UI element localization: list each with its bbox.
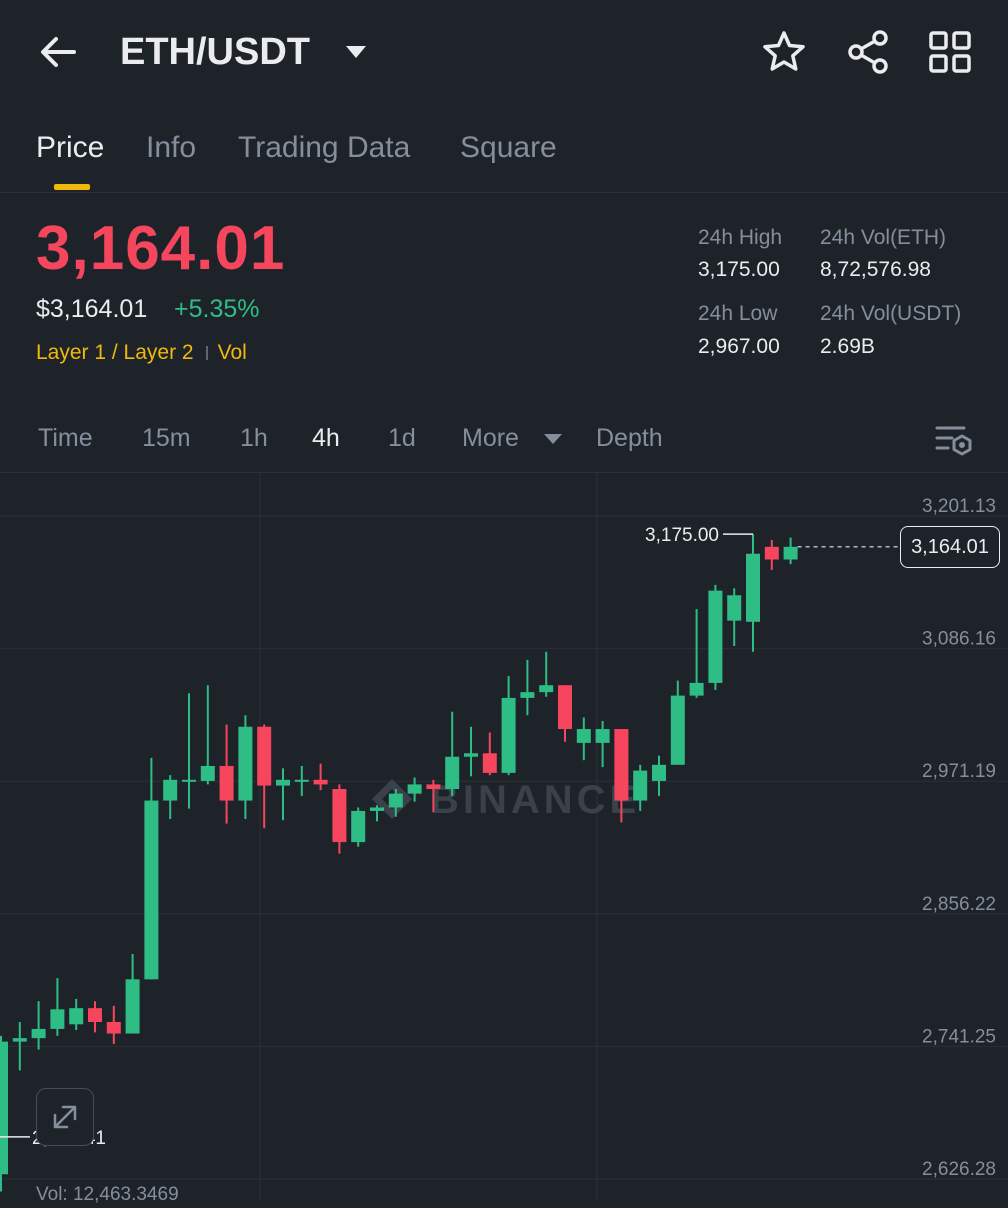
candle-body xyxy=(182,779,196,782)
candle-body xyxy=(144,800,159,980)
candle-body xyxy=(783,546,798,560)
volume-readout: Vol: 12,463.3469 xyxy=(36,1184,179,1205)
candle-body xyxy=(764,546,779,560)
candle-body xyxy=(520,692,535,698)
candle-body xyxy=(88,1008,102,1023)
interval-more[interactable]: More xyxy=(462,420,519,456)
stat-24h-vol-base-value: 8,72,576.98 xyxy=(820,258,931,281)
candle-body xyxy=(595,729,610,743)
candle-body xyxy=(407,784,422,794)
candle-body xyxy=(670,695,685,765)
pair-title[interactable]: ETH/USDT xyxy=(120,28,310,76)
main-tabs: Price Info Trading Data Square xyxy=(0,120,1008,193)
candle-body xyxy=(464,753,478,757)
price-change-percent: +5.35% xyxy=(174,295,260,323)
last-price: 3,164.01 xyxy=(36,214,286,283)
interval-1d[interactable]: 1d xyxy=(388,420,416,456)
category-tag[interactable]: Layer 1 / Layer 2 xyxy=(36,341,194,364)
candle-body xyxy=(257,726,272,786)
candle-body xyxy=(482,753,497,773)
y-tick-label: 2,971.19 xyxy=(922,761,996,782)
interval-4h[interactable]: 4h xyxy=(312,420,340,456)
share-icon[interactable] xyxy=(844,28,892,76)
candle-body xyxy=(689,682,704,696)
candle-body xyxy=(652,764,666,781)
candle-body xyxy=(200,765,215,781)
chart-settings-icon[interactable] xyxy=(934,420,974,460)
y-tick-label: 3,086.16 xyxy=(922,629,996,650)
candle-body xyxy=(501,697,516,773)
high-marker-label: 3,175.00 xyxy=(645,525,719,546)
candle-body xyxy=(332,789,347,843)
candle-body xyxy=(708,590,723,683)
candle-body xyxy=(31,1028,46,1039)
candle-body xyxy=(388,793,403,808)
vol-tag[interactable]: Vol xyxy=(218,341,247,364)
interval-15m[interactable]: 15m xyxy=(142,420,191,456)
stat-24h-high-label: 24h High xyxy=(698,226,783,249)
candle-body xyxy=(12,1038,27,1042)
candle-body xyxy=(125,979,140,1034)
stat-24h-vol-quote-label: 24h Vol(USDT) xyxy=(820,302,962,325)
candle-body xyxy=(576,729,591,743)
candle-body xyxy=(351,810,366,843)
tag-row: Layer 1 / Layer 2 Vol xyxy=(36,338,247,368)
interval-depth[interactable]: Depth xyxy=(596,420,663,456)
y-tick-label: 2,741.25 xyxy=(922,1026,996,1047)
top-bar: ETH/USDT xyxy=(0,0,1008,104)
candle-body xyxy=(238,726,253,801)
y-tick-label: 3,201.13 xyxy=(922,496,996,517)
candle-body xyxy=(426,784,441,790)
tab-trading-data[interactable]: Trading Data xyxy=(238,128,410,168)
candle-body xyxy=(50,1009,65,1029)
caret-down-icon[interactable] xyxy=(542,432,564,446)
current-price-label: 3,164.01 xyxy=(900,525,1000,568)
arrow-left-icon[interactable] xyxy=(34,28,82,76)
stat-24h-vol-quote-value: 2.69B xyxy=(820,335,875,358)
y-tick-label: 2,856.22 xyxy=(922,894,996,915)
candle-body xyxy=(746,553,760,622)
caret-down-icon[interactable] xyxy=(344,40,368,64)
interval-time[interactable]: Time xyxy=(38,420,93,456)
tab-info[interactable]: Info xyxy=(146,128,196,168)
candle-body xyxy=(539,685,554,693)
watermark-text: BINANCE xyxy=(430,778,640,822)
candle-body xyxy=(0,1041,8,1175)
candle-body xyxy=(727,595,742,621)
interval-bar: Time 15m 1h 4h 1d More Depth xyxy=(0,410,1008,470)
candle-body xyxy=(313,779,328,785)
fullscreen-icon[interactable] xyxy=(36,1088,94,1146)
candlestick-chart[interactable]: BINANCE 3,201.13 3,086.16 2,971.19 2,856.22… xyxy=(0,472,1008,1201)
stat-24h-low-label: 24h Low xyxy=(698,302,778,325)
candle-body xyxy=(163,779,178,801)
chart-canvas[interactable]: BINANCE 3,201.13 3,086.16 2,971.19 2,856.22… xyxy=(0,473,1008,1201)
stat-24h-vol-base-label: 24h Vol(ETH) xyxy=(820,226,947,249)
candle-body xyxy=(558,685,572,730)
grid-icon[interactable] xyxy=(926,28,974,76)
tab-square[interactable]: Square xyxy=(460,128,557,168)
candle-body xyxy=(445,756,460,790)
tab-price[interactable]: Price xyxy=(36,128,104,168)
interval-1h[interactable]: 1h xyxy=(240,420,268,456)
candle-body xyxy=(294,779,309,782)
candle-body xyxy=(276,779,290,786)
usd-price: $3,164.01 xyxy=(36,295,148,323)
candle-body xyxy=(219,765,234,801)
stat-24h-low-value: 2,967.00 xyxy=(698,335,780,358)
candle-body xyxy=(614,729,629,801)
candle-body xyxy=(370,807,384,811)
star-icon[interactable] xyxy=(760,28,808,76)
active-tab-indicator xyxy=(54,184,90,190)
stat-24h-high-value: 3,175.00 xyxy=(698,258,780,281)
candle-body xyxy=(106,1022,121,1034)
candle-body xyxy=(633,770,648,801)
y-tick-label: 2,626.28 xyxy=(922,1159,996,1180)
candle-body xyxy=(69,1008,84,1025)
tag-separator xyxy=(205,346,208,361)
